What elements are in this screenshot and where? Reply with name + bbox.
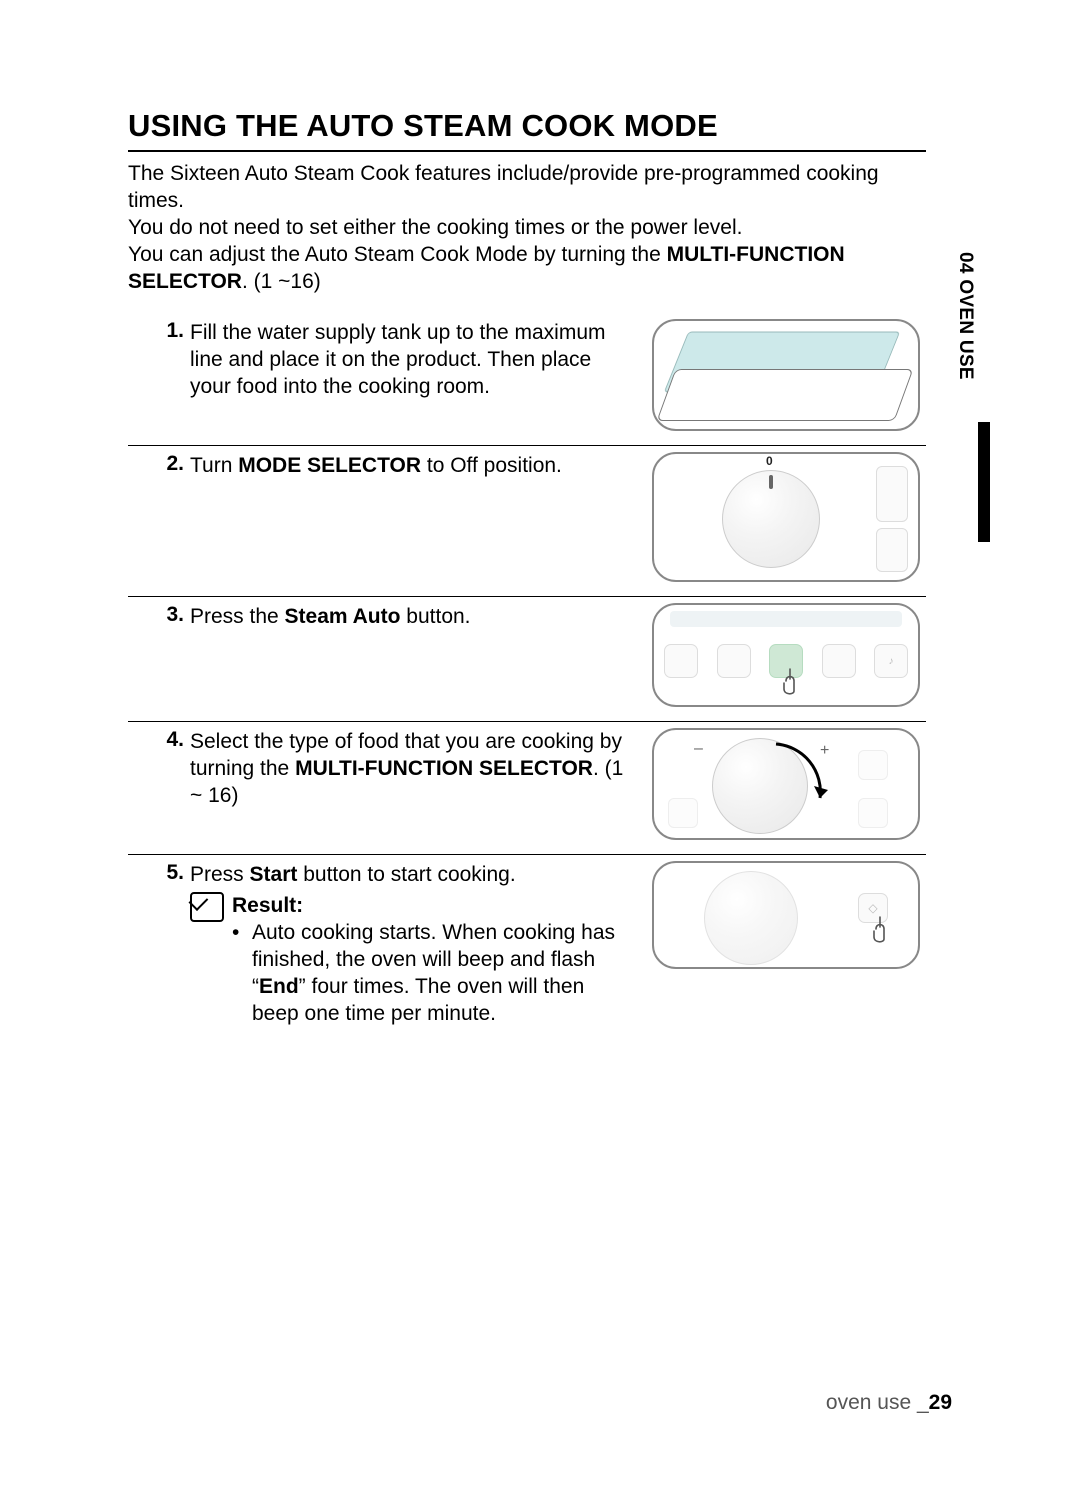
- dial-icon: [704, 871, 798, 965]
- side-button-icon: [876, 528, 908, 572]
- minus-label: –: [694, 740, 703, 758]
- tray-icon: [657, 369, 914, 421]
- ghost-button-icon: [858, 798, 888, 828]
- step-1: 1. Fill the water supply tank up to the …: [128, 313, 926, 446]
- intro-line3a: You can adjust the Auto Steam Cook Mode …: [128, 243, 667, 266]
- step-illustration: ♪: [646, 603, 926, 707]
- result-label: Result:: [232, 892, 632, 919]
- result-body: Result: • Auto cooking starts. When cook…: [232, 892, 632, 1027]
- step-illustration: ◇: [646, 861, 926, 1027]
- step-illustration: [646, 319, 926, 431]
- bullet-icon: •: [232, 919, 252, 1027]
- footer-section: oven use _: [826, 1391, 929, 1414]
- step5-post: button to start cooking.: [297, 863, 515, 886]
- steam-auto-button-illustration: ♪: [652, 603, 920, 707]
- multi-function-selector-illustration: – +: [652, 728, 920, 840]
- step-text: Press Start button to start cooking. Res…: [190, 861, 646, 1027]
- step-text: Turn MODE SELECTOR to Off position.: [190, 452, 646, 582]
- step-number: 3.: [128, 603, 190, 707]
- step2-pre: Turn: [190, 454, 238, 477]
- result-row: Result: • Auto cooking starts. When cook…: [190, 892, 632, 1027]
- step-text: Fill the water supply tank up to the max…: [190, 319, 646, 431]
- section-tab-label: 04 OVEN USE: [954, 252, 976, 380]
- step-number: 4.: [128, 728, 190, 840]
- control-button-icon: [664, 644, 698, 678]
- section-tab-marker-icon: [978, 422, 990, 542]
- result-bullet: • Auto cooking starts. When cooking has …: [232, 919, 632, 1027]
- step-number: 1.: [128, 319, 190, 431]
- start-button-illustration: ◇: [652, 861, 920, 969]
- ghost-button-icon: [858, 750, 888, 780]
- mode-selector-off-illustration: 0: [652, 452, 920, 582]
- step-illustration: 0: [646, 452, 926, 582]
- pointing-hand-icon: [866, 915, 894, 945]
- page-title: USING THE AUTO STEAM COOK MODE: [128, 108, 926, 152]
- step-2: 2. Turn MODE SELECTOR to Off position. 0: [128, 446, 926, 597]
- control-button-icon: [717, 644, 751, 678]
- steps-list: 1. Fill the water supply tank up to the …: [128, 313, 926, 1041]
- content-area: USING THE AUTO STEAM COOK MODE The Sixte…: [128, 108, 926, 1041]
- step3-post: button.: [400, 605, 470, 628]
- step-3: 3. Press the Steam Auto button. ♪: [128, 597, 926, 722]
- step5-bold: Start: [250, 863, 298, 886]
- step2-bold: MODE SELECTOR: [238, 454, 421, 477]
- footer-page-number: 29: [929, 1391, 952, 1414]
- step-text: Select the type of food that you are coo…: [190, 728, 646, 840]
- step5-pre: Press: [190, 863, 250, 886]
- dial-zero-label: 0: [766, 454, 773, 468]
- intro-line1: The Sixteen Auto Steam Cook features inc…: [128, 162, 879, 212]
- bell-button-icon: ♪: [874, 644, 908, 678]
- step2-post: to Off position.: [421, 454, 562, 477]
- intro-line3c: . (1 ~16): [242, 270, 321, 293]
- mode-selector-dial-icon: [722, 470, 820, 568]
- side-button-icon: [876, 466, 908, 522]
- step4-bold: MULTI-FUNCTION SELECTOR: [295, 757, 593, 780]
- step3-bold: Steam Auto: [285, 605, 401, 628]
- step-number: 5.: [128, 861, 190, 1027]
- step-4: 4. Select the type of food that you are …: [128, 722, 926, 855]
- rotate-arrow-icon: [716, 738, 836, 838]
- page: USING THE AUTO STEAM COOK MODE The Sixte…: [0, 0, 1080, 1491]
- step-illustration: – +: [646, 728, 926, 840]
- step-text: Press the Steam Auto button.: [190, 603, 646, 707]
- result-bullet-text: Auto cooking starts. When cooking has fi…: [252, 919, 632, 1027]
- pointing-hand-icon: [776, 667, 804, 697]
- step-number: 2.: [128, 452, 190, 582]
- display-strip-icon: [670, 611, 902, 627]
- note-icon: [190, 892, 224, 922]
- result-b: ” four times. The oven will then beep on…: [252, 975, 584, 1025]
- water-tray-illustration: [652, 319, 920, 431]
- result-bold: End: [259, 975, 299, 998]
- step-5: 5. Press Start button to start cooking. …: [128, 855, 926, 1041]
- ghost-button-icon: [668, 798, 698, 828]
- control-button-icon: [822, 644, 856, 678]
- page-footer: oven use _29: [826, 1391, 952, 1415]
- step3-pre: Press the: [190, 605, 285, 628]
- intro-paragraph: The Sixteen Auto Steam Cook features inc…: [128, 160, 926, 295]
- intro-line2: You do not need to set either the cookin…: [128, 216, 742, 239]
